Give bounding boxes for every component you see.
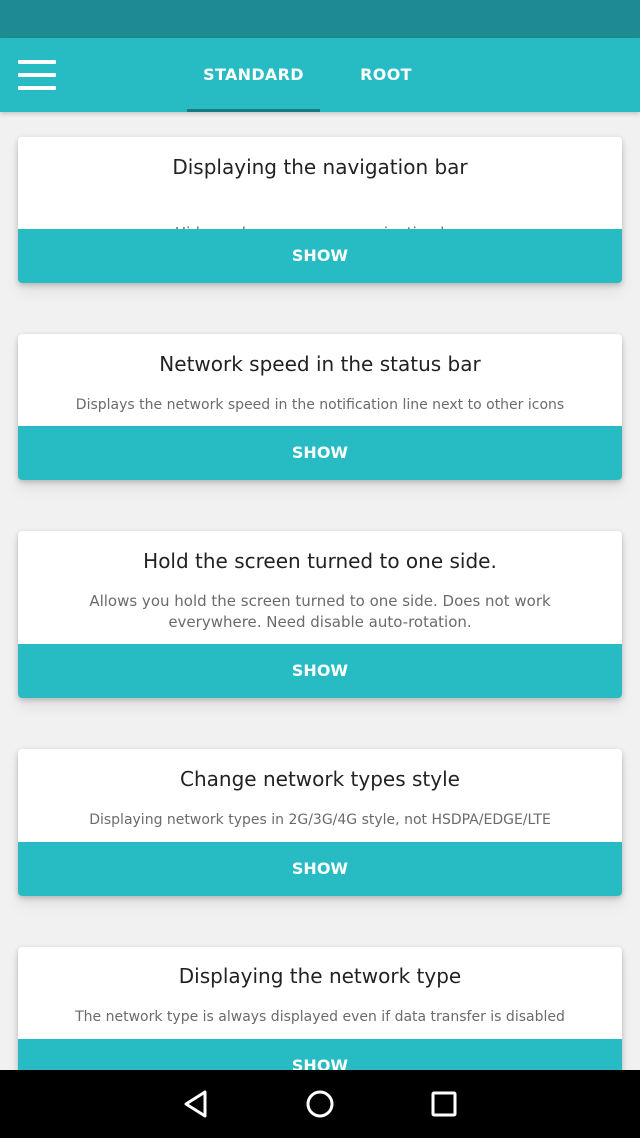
card-title: Displaying the network type	[178, 964, 462, 988]
show-button[interactable]: SHOW	[18, 1039, 622, 1070]
card-description: Displays the network speed in the notifi…	[75, 397, 565, 413]
hamburger-menu-icon	[18, 60, 56, 90]
status-bar	[0, 0, 640, 38]
home-icon	[306, 1090, 334, 1118]
card-hold-screen: Hold the screen turned to one side. Allo…	[18, 531, 622, 698]
card-title: Change network types style	[180, 767, 460, 791]
card-title: Displaying the navigation bar	[172, 155, 468, 179]
card-network-types-style: Change network types style Displaying ne…	[18, 749, 622, 896]
card-network-type: Displaying the network type The network …	[18, 947, 622, 1070]
recents-icon	[431, 1091, 457, 1117]
card-description: The network type is always displayed eve…	[75, 1009, 565, 1025]
back-icon	[184, 1090, 207, 1118]
app-bar: STANDARD ROOT	[0, 38, 640, 112]
show-button[interactable]: SHOW	[18, 842, 622, 896]
show-button[interactable]: SHOW	[18, 644, 622, 698]
recents-button[interactable]	[424, 1084, 464, 1124]
tab-root[interactable]: ROOT	[320, 38, 452, 112]
home-button[interactable]	[300, 1084, 340, 1124]
show-button[interactable]: SHOW	[18, 426, 622, 480]
show-button[interactable]: SHOW	[18, 229, 622, 283]
card-title: Hold the screen turned to one side.	[143, 549, 497, 573]
card-network-speed: Network speed in the status bar Displays…	[18, 334, 622, 480]
card-description: Displaying network types in 2G/3G/4G sty…	[89, 812, 551, 828]
card-navigation-bar: Displaying the navigation bar Hide or sh…	[18, 137, 622, 283]
card-title: Network speed in the status bar	[159, 352, 481, 376]
tab-standard[interactable]: STANDARD	[187, 38, 320, 112]
system-navigation-bar	[0, 1070, 640, 1138]
back-button[interactable]	[176, 1084, 216, 1124]
tab-selected-indicator	[187, 109, 320, 112]
menu-button[interactable]	[10, 50, 62, 100]
card-description: Allows you hold the screen turned to one…	[89, 592, 551, 631]
card-list[interactable]: Displaying the navigation bar Hide or sh…	[0, 112, 640, 1070]
